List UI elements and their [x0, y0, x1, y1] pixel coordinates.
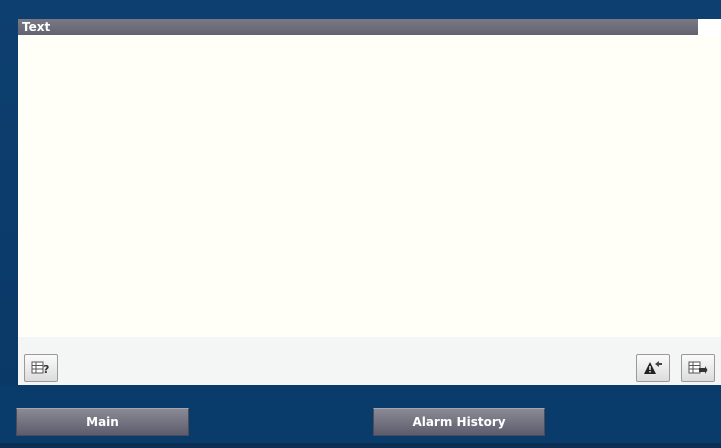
bottom-edge [0, 443, 721, 448]
alarm-table[interactable]: Text [18, 19, 721, 338]
alarm-view-panel: Text ? [18, 19, 721, 385]
table-edit-icon [688, 360, 708, 376]
main-button[interactable]: Main [16, 408, 189, 436]
alarm-history-button[interactable]: Alarm History [373, 408, 545, 436]
column-header-text[interactable]: Text [18, 19, 698, 35]
header-filler [698, 19, 721, 35]
alarm-toolbar: ? [18, 337, 721, 385]
acknowledge-button[interactable] [636, 354, 670, 382]
acknowledge-alarm-icon [643, 360, 663, 376]
info-button[interactable]: ? [24, 354, 58, 382]
navigation-bar: Main Alarm History [0, 385, 721, 448]
svg-text:?: ? [43, 363, 49, 376]
edit-button[interactable] [681, 354, 715, 382]
table-help-icon: ? [31, 360, 51, 376]
